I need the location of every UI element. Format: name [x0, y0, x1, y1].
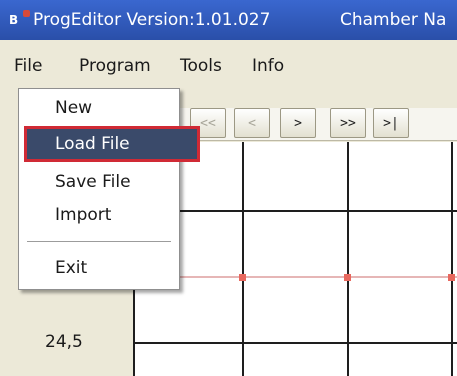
next-button[interactable]: > — [280, 108, 316, 138]
chamber-name-label: Chamber Na — [340, 10, 447, 30]
grid-column-line — [451, 142, 453, 376]
next-page-button[interactable]: >> — [330, 108, 366, 138]
grid-row-line — [135, 342, 457, 344]
menu-item-exit[interactable]: Exit — [19, 253, 179, 283]
app-icon-glyph: B — [9, 13, 19, 27]
menu-item-save-file[interactable]: Save File — [19, 167, 179, 197]
grid-column-line — [347, 142, 349, 376]
menu-file[interactable]: File — [14, 55, 42, 77]
menu-info[interactable]: Info — [252, 55, 284, 77]
menu-tools[interactable]: Tools — [180, 55, 222, 77]
app-icon: B — [9, 10, 30, 28]
last-page-button[interactable]: >| — [373, 108, 409, 138]
row-value-label: 24,5 — [45, 332, 83, 352]
program-grid[interactable] — [133, 142, 457, 376]
window-title: ProgEditor Version:1.01.027 — [33, 10, 271, 30]
menu-separator — [27, 241, 171, 242]
file-menu-dropdown: New Load File Save File Import Exit — [18, 88, 200, 290]
grid-row-line-highlight — [135, 276, 457, 278]
grid-column-line — [242, 142, 244, 376]
menu-item-load-file[interactable]: Load File — [24, 126, 200, 162]
app-icon-mark — [23, 10, 30, 17]
menu-item-import[interactable]: Import — [19, 200, 179, 230]
menu-bar: File Program Tools Info — [0, 40, 457, 89]
title-bar: B ProgEditor Version:1.01.027 Chamber Na — [0, 0, 457, 40]
grid-row-line — [135, 210, 457, 212]
menu-program[interactable]: Program — [79, 55, 151, 77]
grid-marker — [239, 274, 246, 281]
grid-marker — [344, 274, 351, 281]
navigation-toolbar: << < > >> >| — [180, 108, 457, 141]
menu-item-new[interactable]: New — [19, 93, 179, 123]
grid-marker — [448, 274, 455, 281]
previous-button[interactable]: < — [234, 108, 270, 138]
